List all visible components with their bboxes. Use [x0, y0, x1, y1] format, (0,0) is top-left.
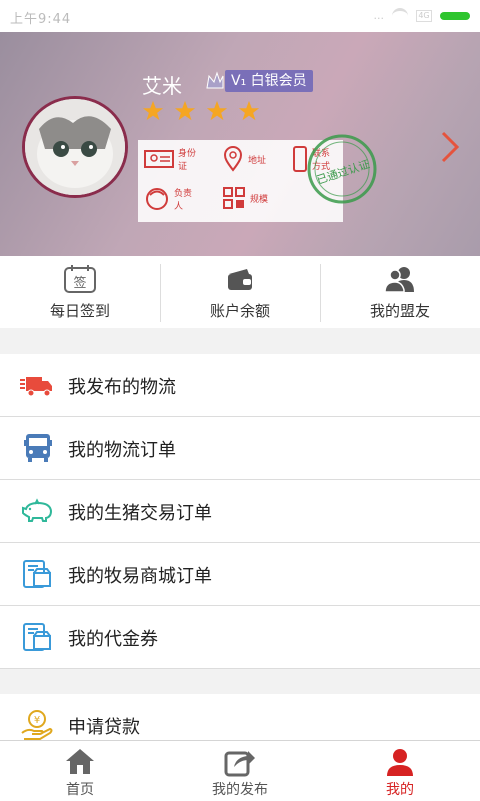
menu-my-vouchers[interactable]: 我的代金券: [0, 606, 480, 669]
delivery-truck-icon: [20, 377, 52, 397]
star-icon: [238, 100, 260, 121]
menu-my-pig-trade-orders[interactable]: 我的生猪交易订单: [0, 480, 480, 543]
status-time: 上午9:44: [10, 12, 72, 27]
tab-label: 我的: [386, 782, 414, 798]
star-icon: [142, 100, 164, 121]
home-icon: [66, 749, 94, 774]
avatar[interactable]: [22, 96, 128, 198]
quick-actions: 签 每日签到 账户余额 我的盟友: [0, 256, 480, 328]
friends-icon: [384, 267, 414, 293]
info-address: 地址: [222, 146, 266, 172]
info-scale: 规模: [222, 186, 268, 210]
tab-label: 首页: [66, 782, 94, 798]
menu-label: 我的牧易商城订单: [68, 566, 212, 587]
info-id-card: 身份证: [144, 146, 200, 172]
star-icon: [206, 100, 228, 121]
menu-my-mall-orders[interactable]: 我的牧易商城订单: [0, 543, 480, 606]
chevron-right-icon[interactable]: [440, 130, 460, 164]
bus-truck-icon: [24, 434, 52, 462]
shop-order-icon: [23, 560, 51, 588]
crown-icon: [206, 71, 224, 89]
wallet-icon: [228, 269, 252, 290]
stamp-text: 已通过认证: [315, 158, 371, 187]
menu-label: 我的物流订单: [68, 440, 176, 461]
quick-label: 账户余额: [209, 302, 270, 320]
share-icon: [224, 751, 255, 777]
member-level: V₁ 白银会员: [205, 70, 313, 92]
profile-header: 艾米 V₁ 白银会员 身份证 地址 联系方式 负责人 规模 已通过认证: [0, 32, 480, 256]
user-icon: [387, 749, 413, 776]
member-badge: V₁ 白银会员: [225, 70, 313, 92]
loan-coin-icon: ¥: [21, 710, 53, 740]
battery-icon: [440, 11, 470, 20]
menu-my-published-logistics[interactable]: 我发布的物流: [0, 354, 480, 417]
menu-label: 我的代金券: [68, 629, 158, 650]
svg-text:签: 签: [73, 275, 86, 291]
quick-label: 我的盟友: [369, 302, 430, 320]
person-icon: [146, 188, 168, 210]
calendar-sign-icon: 签: [64, 265, 96, 293]
quick-daily-signin[interactable]: 签 每日签到: [0, 256, 160, 328]
quick-my-allies[interactable]: 我的盟友: [320, 256, 480, 328]
quick-account-balance[interactable]: 账户余额: [160, 256, 320, 328]
wifi-icon: [392, 8, 408, 23]
id-card-icon: [144, 150, 174, 168]
menu-list: 我发布的物流 我的物流订单 我的生猪交易订单 我的牧易商城订单 我的代金券: [0, 354, 480, 669]
rating-stars: [142, 100, 260, 122]
tab-label: 我的发布: [212, 782, 268, 798]
location-pin-icon: [223, 146, 243, 172]
info-responsible: 负责人: [144, 186, 196, 212]
voucher-icon: [23, 623, 51, 651]
tab-me[interactable]: 我的: [320, 741, 480, 801]
bottom-tab-bar: 首页 我的发布 我的: [0, 740, 480, 801]
tab-home[interactable]: 首页: [0, 741, 160, 801]
menu-label: 我发布的物流: [68, 377, 176, 398]
network-icon: 4G: [416, 9, 432, 22]
star-icon: [174, 100, 196, 121]
quick-label: 每日签到: [49, 302, 110, 320]
menu-my-logistics-orders[interactable]: 我的物流订单: [0, 417, 480, 480]
menu-label: 我的生猪交易订单: [68, 503, 212, 524]
menu-label: 申请贷款: [68, 717, 140, 738]
status-bar: 上午9:44 ... 4G: [0, 0, 480, 32]
signal-icon: ...: [373, 9, 385, 22]
verified-stamp: 已通过认证: [307, 134, 377, 204]
profile-name: 艾米: [142, 74, 182, 98]
svg-text:¥: ¥: [34, 715, 40, 726]
pig-icon: [22, 498, 53, 522]
tab-my-posts[interactable]: 我的发布: [160, 741, 320, 801]
grid-icon: [223, 187, 245, 209]
